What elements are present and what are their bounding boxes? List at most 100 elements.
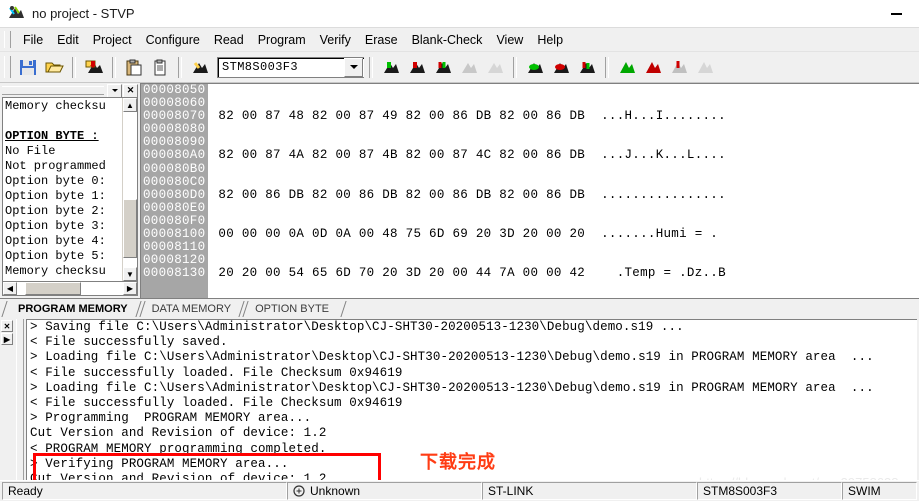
menubar-grip[interactable] [4, 31, 11, 48]
toolbar-grip[interactable] [4, 56, 11, 78]
program-verify-icon[interactable] [575, 56, 599, 79]
tab-program-memory[interactable]: PROGRAM MEMORY [1, 301, 146, 317]
hex-address: 00008130 [143, 266, 206, 281]
erase-icon[interactable] [615, 56, 639, 79]
menu-program[interactable]: Program [251, 31, 313, 49]
toolbar-separator-6 [605, 56, 609, 78]
hex-view[interactable]: 00008050 00008060 00008070 00008080 0000… [141, 84, 919, 298]
window-title: no project - STVP [32, 6, 135, 21]
device-config-icon[interactable] [188, 56, 212, 79]
hscroll-thumb[interactable] [25, 282, 81, 295]
menu-read[interactable]: Read [207, 31, 251, 49]
hex-row-ascii: .......Humi = . [601, 227, 726, 242]
dock-minimize-icon[interactable] [107, 83, 122, 98]
tab-edge-left [238, 301, 255, 317]
status-tool: ST-LINK [482, 482, 697, 500]
menu-configure[interactable]: Configure [139, 31, 207, 49]
scroll-up-icon[interactable]: ▲ [123, 98, 137, 112]
tab-label: DATA MEMORY [151, 303, 232, 315]
output-grip[interactable] [16, 319, 24, 480]
stvp-app-icon [6, 5, 26, 23]
list-item: No File [5, 144, 56, 158]
close-icon[interactable]: ✕ [123, 83, 138, 98]
paste-icon[interactable] [122, 56, 146, 79]
menu-project[interactable]: Project [86, 31, 139, 49]
close-output-icon[interactable]: ✕ [1, 320, 13, 332]
dock-horizontal-scrollbar[interactable]: ◀ ▶ [2, 282, 138, 296]
hex-row-bytes[interactable]: 00 00 00 0A 0D 0A 00 48 75 6D 69 20 3D 2… [218, 227, 585, 241]
log-line: Cut Version and Revision of device: 1.2 [30, 426, 327, 441]
window-buttons [873, 0, 919, 27]
checksum-list: Memory checksu OPTION BYTE : No File Not… [3, 98, 122, 281]
stop-icon [693, 56, 717, 79]
link-icon [293, 485, 305, 497]
expand-output-icon[interactable]: ▶ [1, 333, 13, 345]
scroll-track[interactable] [123, 112, 137, 267]
hex-row-bytes[interactable]: 82 00 86 DB 82 00 86 DB 82 00 86 DB 82 0… [218, 188, 585, 202]
tab-option-byte[interactable]: OPTION BYTE [238, 301, 347, 317]
hex-ascii-column: ...H...I........ ...J...K...L.... ......… [585, 84, 726, 298]
blank-check-icon[interactable] [641, 56, 665, 79]
dock-gripper[interactable] [2, 86, 104, 95]
scroll-down-icon[interactable]: ▼ [123, 267, 137, 281]
read-option-icon[interactable] [457, 56, 481, 79]
log-line: > Programming PROGRAM MEMORY area... [30, 411, 312, 426]
read-program-icon[interactable] [405, 56, 429, 79]
read-all-icon[interactable] [379, 56, 403, 79]
verify-icon[interactable] [667, 56, 691, 79]
device-select[interactable]: STM8S003F3 [217, 56, 364, 78]
program-all-icon[interactable] [523, 56, 547, 79]
open-folder-icon[interactable] [42, 56, 66, 79]
hex-row-bytes[interactable]: 82 00 87 48 82 00 87 49 82 00 86 DB 82 0… [218, 110, 585, 123]
status-connection: Unknown [287, 482, 482, 500]
dock-vertical-scrollbar[interactable]: ▲ ▼ [122, 98, 137, 281]
tab-label: PROGRAM MEMORY [18, 303, 128, 315]
hex-row-ascii: ...H...I........ [601, 109, 726, 124]
hscroll-track[interactable] [17, 282, 123, 295]
menu-verify[interactable]: Verify [313, 31, 358, 49]
scroll-thumb[interactable] [123, 198, 137, 258]
menu-blank-check[interactable]: Blank-Check [405, 31, 490, 49]
menu-erase[interactable]: Erase [358, 31, 405, 49]
toolbar-separator-3 [178, 56, 182, 78]
menu-file[interactable]: File [16, 31, 50, 49]
log-line: < File successfully loaded. File Checksu… [30, 365, 403, 380]
status-protocol: SWIM [842, 482, 917, 500]
list-item-header: OPTION BYTE : [5, 129, 99, 143]
memory-tab-strip: PROGRAM MEMORY DATA MEMORY OPTION BYTE [0, 298, 919, 318]
menu-edit[interactable]: Edit [50, 31, 86, 49]
hex-address: 000080A0 [143, 148, 206, 163]
scroll-right-icon[interactable]: ▶ [123, 282, 137, 295]
copy-icon[interactable] [148, 56, 172, 79]
read-data-icon[interactable] [431, 56, 455, 79]
hex-address-column: 00008050 00008060 00008070 00008080 0000… [141, 84, 209, 298]
log-line: > Loading file C:\Users\Administrator\De… [30, 380, 874, 395]
minimize-button[interactable] [873, 0, 919, 27]
memory-checksum-panel: ✕ Memory checksu OPTION BYTE : No File N… [0, 83, 140, 298]
list-item: Option byte 0: [5, 174, 106, 188]
stvp-application-window: no project - STVP File Edit Project Conf… [0, 0, 919, 501]
minimize-icon [890, 12, 902, 15]
toolbar-separator-1 [72, 56, 76, 78]
device-select-value: STM8S003F3 [222, 60, 299, 74]
list-item: Option byte 5: [5, 249, 106, 263]
list-item: Option byte 4: [5, 234, 106, 248]
hex-address: 000080D0 [143, 187, 206, 202]
scroll-left-icon[interactable]: ◀ [3, 282, 17, 295]
watermark-text: https://blog.csdn.net/qq_39758638 [699, 475, 899, 480]
open-project-icon[interactable] [82, 56, 106, 79]
menu-view[interactable]: View [489, 31, 530, 49]
list-item: Option byte 2: [5, 204, 106, 218]
tab-data-memory[interactable]: DATA MEMORY [134, 301, 249, 317]
list-item: Memory checksu [5, 264, 106, 278]
chevron-down-icon[interactable] [344, 57, 363, 77]
hex-bytes-column[interactable]: 82 00 87 48 82 00 87 49 82 00 86 DB 82 0… [208, 84, 585, 298]
list-item-blank [5, 114, 122, 129]
hex-row-bytes[interactable]: 82 00 87 4A 82 00 87 4B 82 00 87 4C 82 0… [218, 149, 585, 162]
program-current-icon[interactable] [549, 56, 573, 79]
save-icon[interactable] [16, 56, 40, 79]
output-log[interactable]: > Saving file C:\Users\Administrator\Des… [26, 319, 917, 480]
menu-help[interactable]: Help [530, 31, 570, 49]
toolbar-separator-2 [112, 56, 116, 78]
hex-row-bytes[interactable]: 20 20 00 54 65 6D 70 20 3D 20 00 44 7A 0… [218, 267, 585, 280]
